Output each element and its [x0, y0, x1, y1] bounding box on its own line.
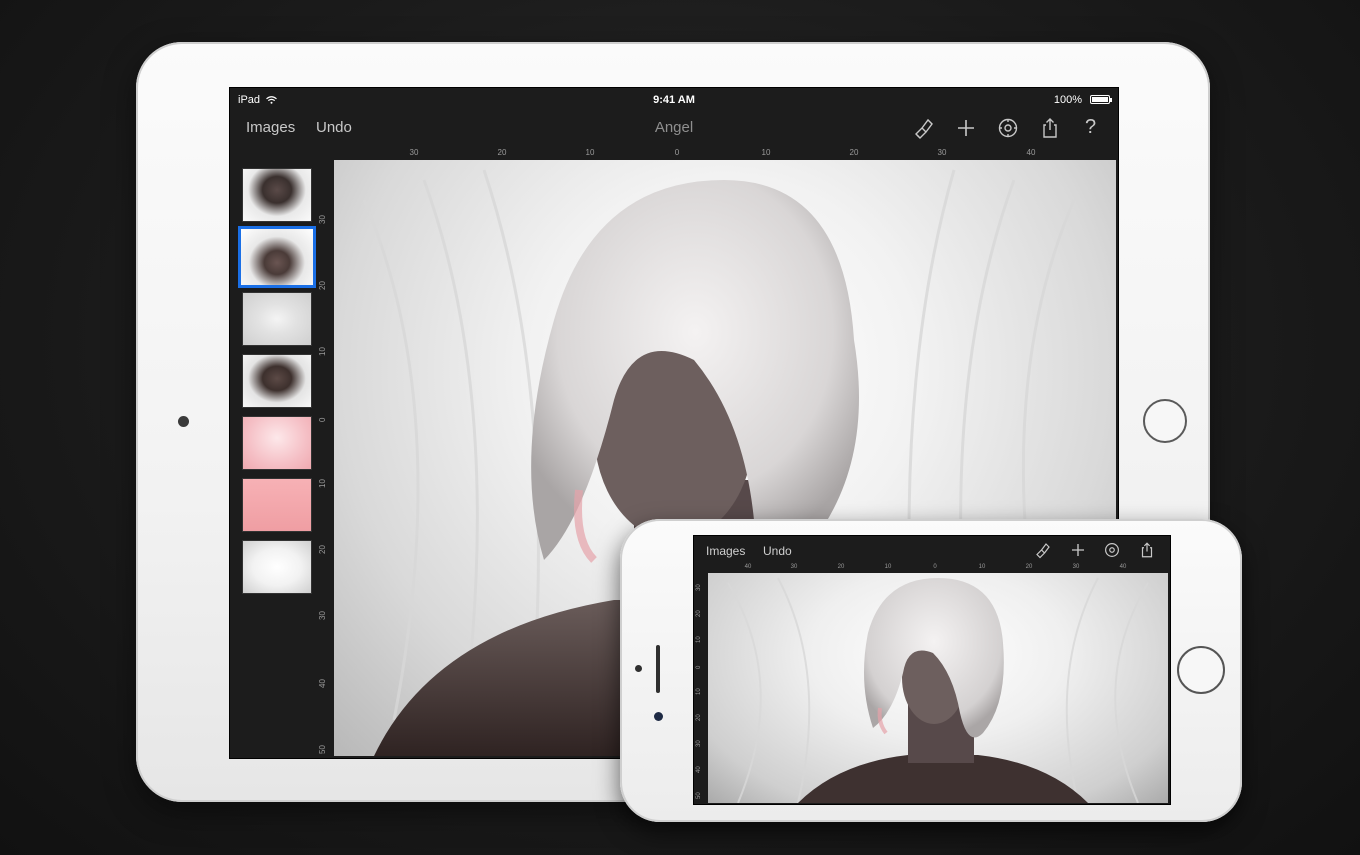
ruler-tick-label: 30 — [937, 148, 947, 157]
help-button[interactable]: ? — [1085, 116, 1096, 139]
horizontal-ruler: 40 30 20 10 0 10 20 30 40 — [708, 563, 1168, 573]
layer-thumbnail-selected[interactable] — [238, 226, 316, 288]
settings-icon[interactable] — [1103, 541, 1121, 559]
vertical-ruler: 30 20 10 0 10 20 30 40 50 — [695, 573, 707, 803]
ruler-tick-label: 20 — [318, 545, 327, 554]
ruler-tick-label: 10 — [761, 148, 771, 157]
ruler-tick-label: 50 — [696, 792, 702, 799]
layer-thumbnail[interactable] — [242, 478, 312, 532]
ruler-tick-label: 10 — [696, 636, 702, 643]
ruler-tick-label: 10 — [884, 564, 892, 570]
ruler-tick-label: 0 — [696, 665, 702, 669]
ruler-tick-label: 20 — [1025, 564, 1033, 570]
ruler-tick-label: 30 — [696, 584, 702, 591]
ruler-tick-label: 10 — [696, 688, 702, 695]
layer-thumbnail[interactable] — [242, 416, 312, 470]
vertical-ruler: 30 20 10 0 10 20 30 40 50 — [316, 160, 332, 758]
iphone-camera — [654, 712, 663, 721]
drawing-canvas[interactable] — [708, 573, 1168, 803]
ipad-navbar: Images Undo Angel ? — [230, 108, 1118, 148]
iphone-speaker — [656, 645, 660, 693]
ruler-tick-label: 10 — [318, 347, 327, 356]
iphone-navbar: Images Undo — [694, 536, 1170, 564]
iphone-screen: Images Undo 40 30 20 10 0 10 20 30 40 30… — [693, 535, 1171, 805]
ruler-tick-label: 20 — [497, 148, 507, 157]
horizontal-ruler: 30 20 10 0 10 20 30 40 — [334, 146, 1118, 160]
ruler-tick-label: 30 — [696, 740, 702, 747]
brush-icon[interactable] — [912, 116, 936, 140]
ipad-camera — [178, 416, 189, 427]
help-icon: ? — [1085, 116, 1097, 138]
ruler-tick-label: 0 — [933, 564, 937, 570]
ruler-tick-label: 10 — [318, 479, 327, 488]
document-title: Angel — [654, 119, 694, 136]
brush-icon[interactable] — [1034, 541, 1052, 559]
ruler-tick-label: 10 — [978, 564, 986, 570]
images-button[interactable]: Images — [706, 544, 745, 558]
status-battery-percent: 100% — [1053, 94, 1082, 106]
ruler-tick-label: 20 — [318, 281, 327, 290]
plus-icon[interactable] — [1069, 541, 1087, 559]
ruler-tick-label: 20 — [849, 148, 859, 157]
layers-panel — [230, 160, 316, 758]
ruler-tick-label: 50 — [318, 745, 327, 754]
ruler-tick-label: 40 — [1119, 564, 1127, 570]
ruler-tick-label: 30 — [790, 564, 798, 570]
layer-thumbnail[interactable] — [242, 168, 312, 222]
ruler-tick-label: 40 — [744, 564, 752, 570]
status-bar: iPad 9:41 AM 100% — [230, 88, 1118, 108]
ruler-tick-label: 40 — [696, 766, 702, 773]
ruler-tick-label: 30 — [318, 215, 327, 224]
ruler-tick-label: 40 — [318, 679, 327, 688]
ruler-tick-label: 0 — [318, 417, 327, 422]
ruler-tick-label: 20 — [696, 610, 702, 617]
battery-icon — [1090, 95, 1112, 104]
iphone-device: Images Undo 40 30 20 10 0 10 20 30 40 30… — [620, 519, 1242, 822]
undo-button[interactable]: Undo — [763, 544, 792, 558]
settings-icon[interactable] — [996, 116, 1020, 140]
ruler-tick-label: 10 — [585, 148, 595, 157]
layer-thumbnail[interactable] — [242, 292, 312, 346]
plus-icon[interactable] — [954, 116, 978, 140]
layer-thumbnail[interactable] — [242, 354, 312, 408]
ipad-home-button[interactable] — [1143, 399, 1187, 443]
iphone-sensor — [635, 665, 642, 672]
ruler-tick-label: 20 — [696, 714, 702, 721]
ruler-tick-label: 30 — [409, 148, 419, 157]
iphone-home-button[interactable] — [1177, 646, 1225, 694]
layer-thumbnail[interactable] — [242, 540, 312, 594]
ruler-tick-label: 30 — [1072, 564, 1080, 570]
status-time: 9:41 AM — [653, 94, 695, 106]
artwork-angel — [727, 577, 1149, 803]
ruler-tick-label: 20 — [837, 564, 845, 570]
share-icon[interactable] — [1138, 541, 1156, 559]
ruler-tick-label: 40 — [1026, 148, 1036, 157]
ruler-tick-label: 0 — [674, 148, 680, 157]
share-icon[interactable] — [1038, 116, 1062, 140]
ruler-tick-label: 30 — [318, 611, 327, 620]
